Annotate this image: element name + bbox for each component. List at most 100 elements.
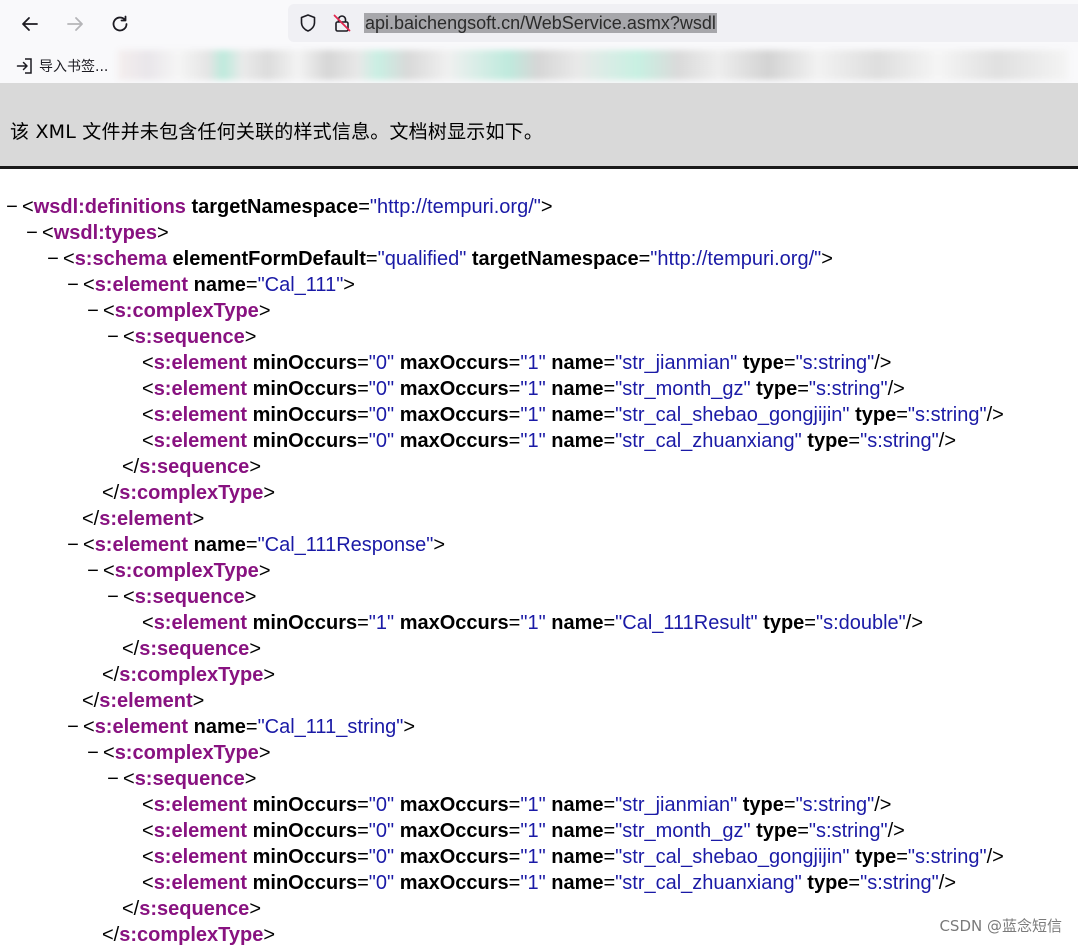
- bracket: />: [938, 430, 957, 452]
- equals: =: [357, 378, 369, 400]
- equals: =: [603, 612, 616, 634]
- collapse-toggle[interactable]: −: [5, 194, 19, 220]
- collapse-toggle[interactable]: −: [106, 766, 120, 792]
- attribute-name: type: [742, 794, 784, 816]
- tag-name: s:sequence: [134, 768, 245, 790]
- tag-name: s:element: [94, 716, 189, 738]
- tag-name: s:element: [94, 274, 189, 296]
- bracket: />: [986, 846, 1004, 868]
- attribute-name: name: [193, 716, 246, 738]
- equals: =: [603, 430, 616, 452]
- browser-toolbar: api.baichengsoft.cn/WebService.asmx?wsdl: [0, 0, 1078, 48]
- tag-name: s:element: [94, 534, 189, 556]
- attribute-value: "1": [520, 352, 546, 374]
- collapse-toggle[interactable]: −: [66, 272, 80, 298]
- bracket: <: [123, 768, 135, 790]
- xml-line-field: <s:element minOccurs="0" maxOccurs="1" n…: [142, 844, 1004, 870]
- import-bookmarks-button[interactable]: 导入书签...: [16, 56, 108, 76]
- shield-icon[interactable]: [298, 13, 318, 38]
- collapse-toggle[interactable]: −: [66, 532, 80, 558]
- attribute-name: name: [193, 274, 246, 296]
- attribute-name: type: [855, 846, 897, 868]
- attribute-value: "str_month_gz": [615, 378, 751, 400]
- xml-line-complextype: − <s:complexType>: [86, 298, 270, 324]
- bracket: >: [433, 534, 446, 556]
- xml-line-element-close: </s:element>: [82, 688, 204, 714]
- equals: =: [603, 820, 616, 842]
- collapse-toggle[interactable]: −: [25, 220, 39, 246]
- attribute-value: "str_cal_shebao_gongjijin": [615, 404, 850, 426]
- attribute-name: minOccurs: [252, 404, 358, 426]
- bracket: >: [403, 716, 416, 738]
- bracket: <: [142, 404, 154, 426]
- collapse-toggle[interactable]: −: [86, 740, 100, 766]
- bracket: </: [122, 456, 140, 478]
- attribute-value: "Cal_111Response": [257, 534, 434, 556]
- equals: =: [508, 872, 521, 894]
- tag-name: s:complexType: [114, 742, 259, 764]
- bracket: </: [82, 690, 100, 712]
- xml-line-field: <s:element minOccurs="0" maxOccurs="1" n…: [142, 402, 1004, 428]
- forward-arrow-icon[interactable]: [60, 9, 90, 39]
- equals: =: [603, 872, 616, 894]
- address-bar[interactable]: api.baichengsoft.cn/WebService.asmx?wsdl: [288, 4, 1078, 42]
- tag-name: s:element: [153, 820, 248, 842]
- xml-line-element: − <s:element name="Cal_111Response">: [66, 532, 445, 558]
- xml-line-sequence: − <s:sequence>: [106, 766, 256, 792]
- equals: =: [365, 248, 378, 270]
- xml-line-element-close: </s:element>: [82, 506, 204, 532]
- attribute-value: "s:string": [907, 404, 987, 426]
- equals: =: [848, 430, 861, 452]
- bracket: <: [83, 716, 95, 738]
- xml-line-sequence: − <s:sequence>: [106, 584, 256, 610]
- equals: =: [603, 794, 616, 816]
- collapse-toggle[interactable]: −: [86, 558, 100, 584]
- bracket: <: [142, 794, 154, 816]
- xml-line-field: <s:element minOccurs="0" maxOccurs="1" n…: [142, 818, 905, 844]
- equals: =: [508, 404, 521, 426]
- bracket: <: [103, 742, 115, 764]
- bracket: <: [123, 586, 135, 608]
- url-text[interactable]: api.baichengsoft.cn/WebService.asmx?wsdl: [364, 12, 717, 34]
- insecure-lock-icon[interactable]: [332, 13, 352, 38]
- collapse-toggle[interactable]: −: [106, 324, 120, 350]
- attribute-value: "0": [368, 820, 395, 842]
- attribute-name: minOccurs: [252, 352, 358, 374]
- equals: =: [896, 846, 908, 868]
- equals: =: [783, 794, 796, 816]
- tag-name: s:element: [99, 508, 193, 530]
- attribute-value: "1": [520, 378, 546, 400]
- attribute-value: "str_cal_shebao_gongjijin": [615, 846, 850, 868]
- attribute-value: "str_jianmian": [615, 794, 738, 816]
- attribute-name: type: [756, 820, 798, 842]
- tag-name: s:complexType: [114, 560, 259, 582]
- notice-text: 该 XML 文件并未包含任何关联的样式信息。文档树显示如下。: [10, 121, 544, 143]
- xml-line-field: <s:element minOccurs="0" maxOccurs="1" n…: [142, 792, 892, 818]
- attribute-name: maxOccurs: [399, 794, 509, 816]
- tag-name: s:element: [153, 612, 248, 634]
- attribute-value: "0": [368, 794, 395, 816]
- attribute-value: "str_cal_zhuanxiang": [615, 430, 802, 452]
- xml-line-sequence-close: </s:sequence>: [122, 636, 261, 662]
- attribute-name: type: [756, 378, 798, 400]
- equals: =: [896, 404, 908, 426]
- collapse-toggle[interactable]: −: [106, 584, 120, 610]
- collapse-toggle[interactable]: −: [86, 298, 100, 324]
- attribute-name: name: [551, 352, 604, 374]
- bracket: >: [244, 326, 257, 348]
- bracket: >: [249, 638, 261, 660]
- equals: =: [804, 612, 816, 634]
- back-arrow-icon[interactable]: [15, 9, 45, 39]
- collapse-toggle[interactable]: −: [46, 246, 60, 272]
- tag-name: s:complexType: [114, 300, 259, 322]
- attribute-value: "0": [368, 430, 395, 452]
- attribute-value: "s:string": [907, 846, 987, 868]
- attribute-name: name: [551, 794, 604, 816]
- bracket: </: [102, 482, 120, 504]
- watermark: CSDN @蓝念短信: [939, 917, 1062, 935]
- tag-name: wsdl:definitions: [33, 196, 186, 218]
- collapse-toggle[interactable]: −: [66, 714, 80, 740]
- xml-line-sequence-close: </s:sequence>: [122, 454, 261, 480]
- attribute-name: name: [551, 820, 604, 842]
- reload-icon[interactable]: [105, 9, 135, 39]
